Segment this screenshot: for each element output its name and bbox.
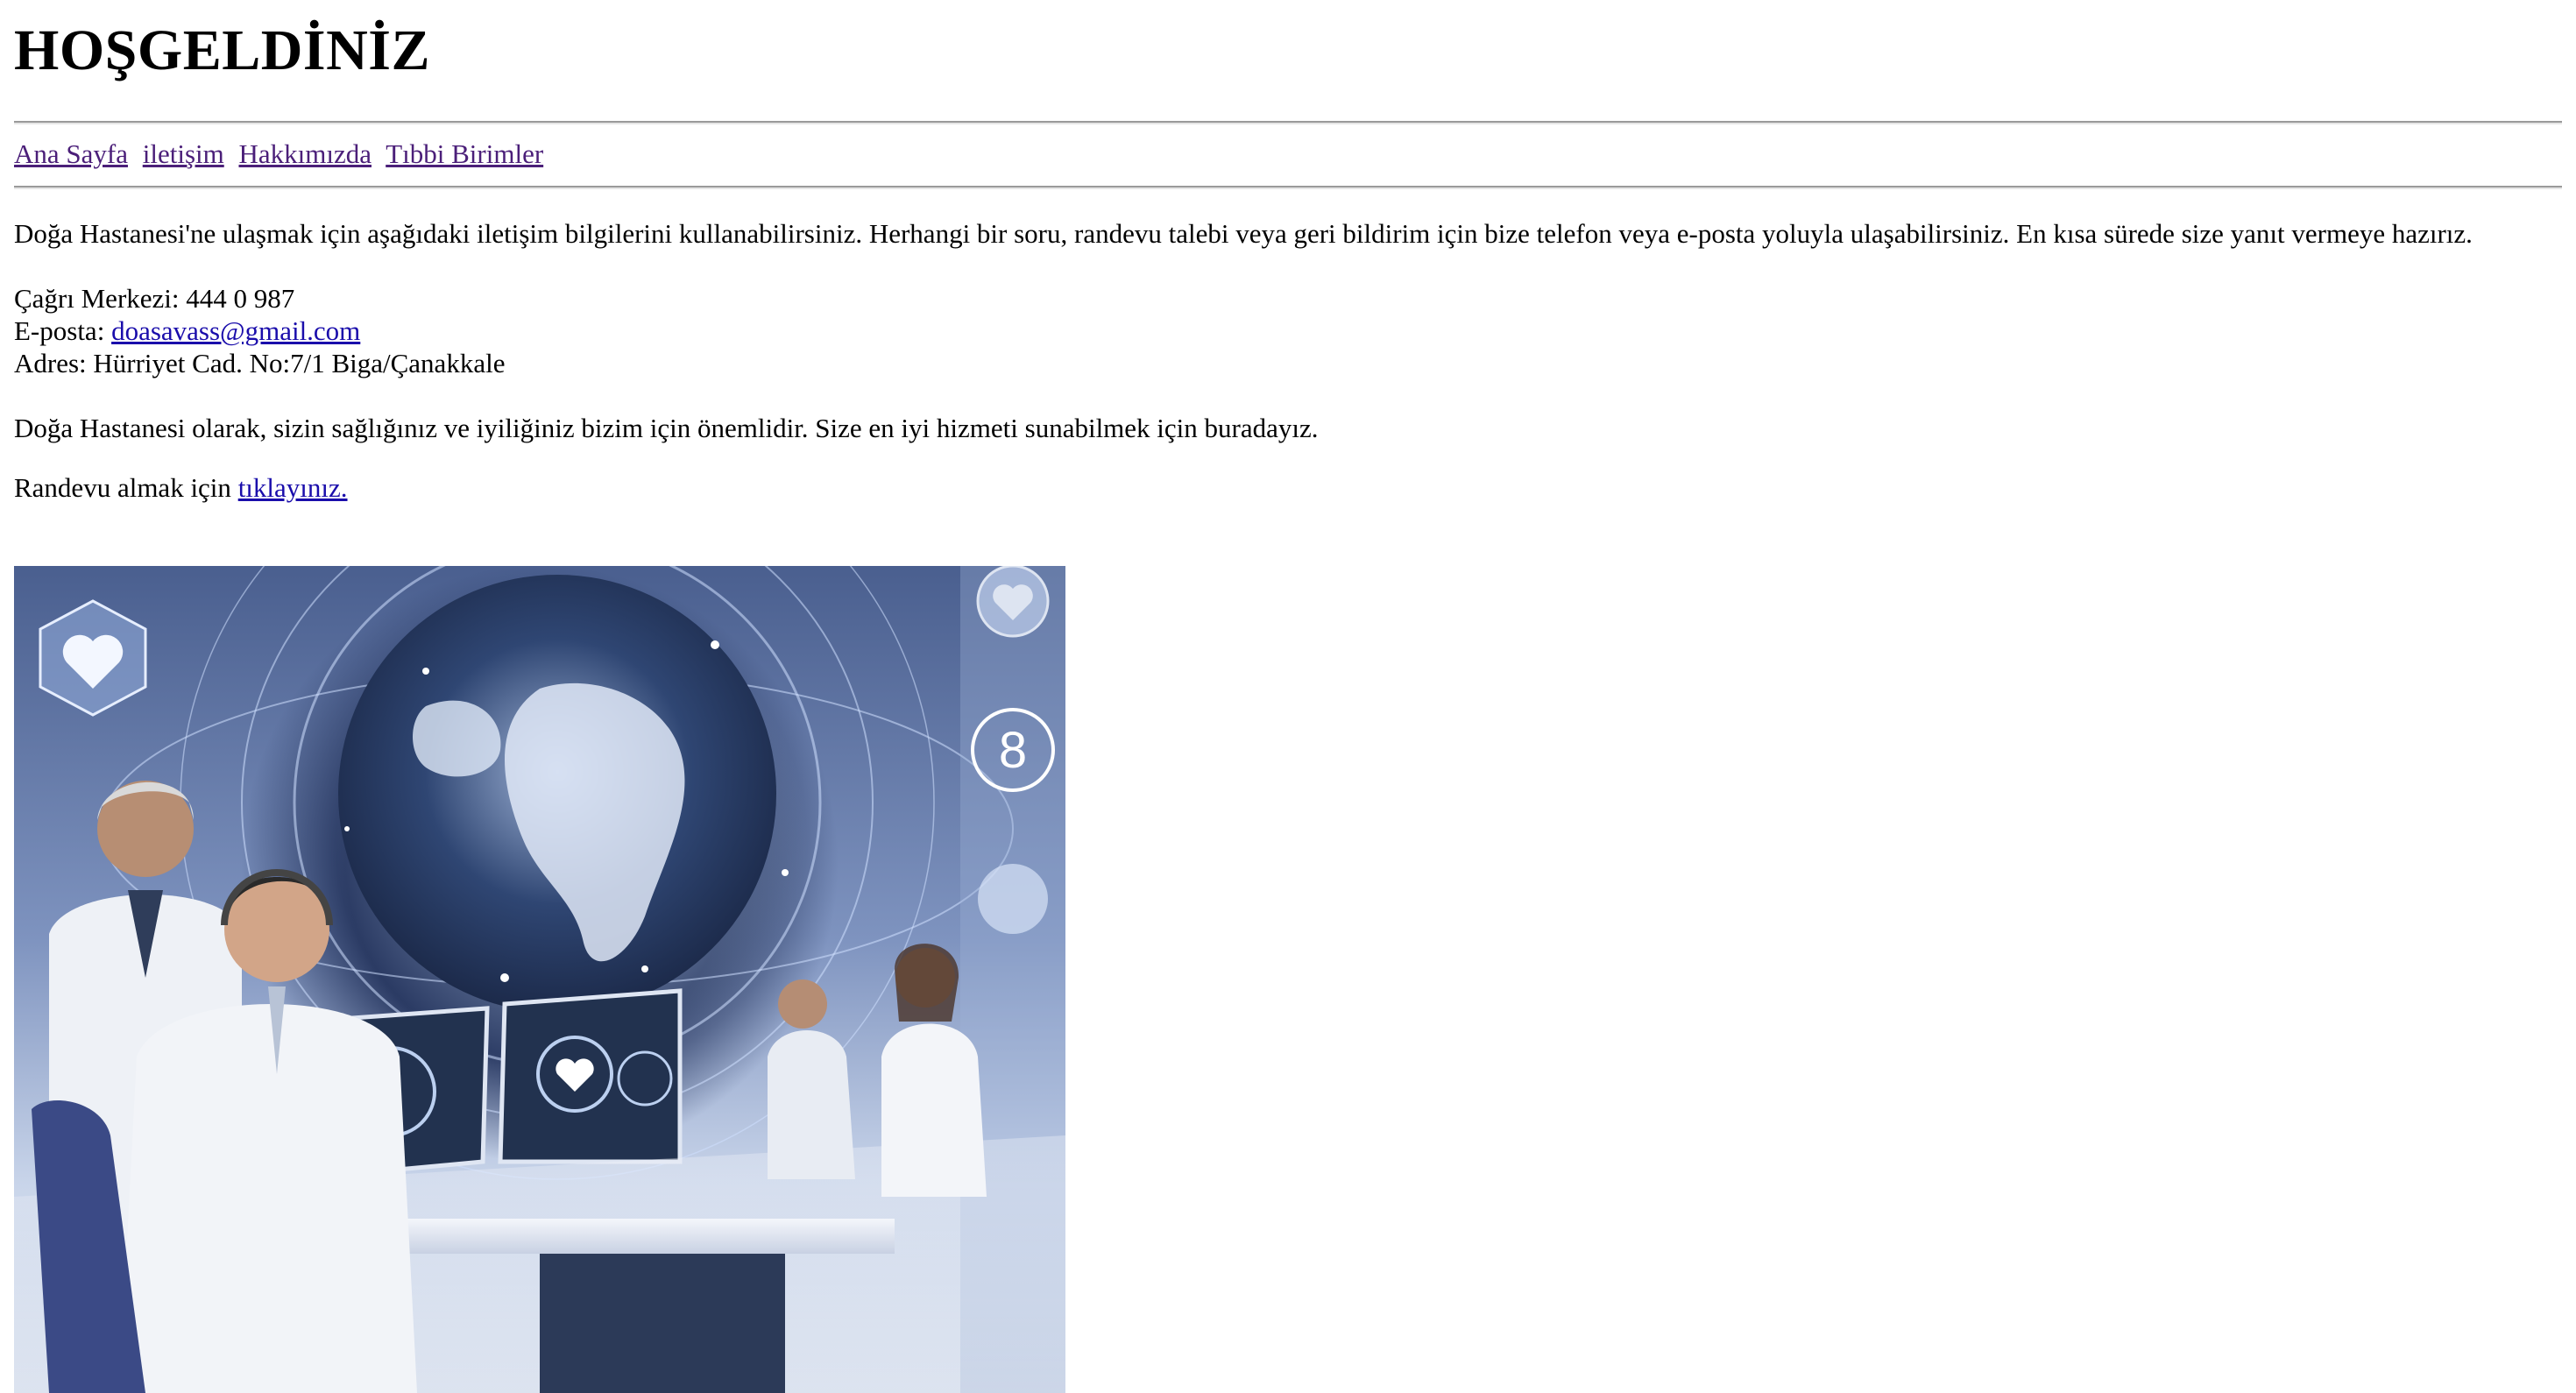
desk-console: [540, 1254, 785, 1393]
appointment-prefix: Randevu almak için: [14, 472, 238, 503]
nav-link-medical-units[interactable]: Tıbbi Birimler: [386, 138, 543, 169]
hero-image: 8: [14, 566, 1065, 1393]
page-title: HOŞGELDİNİZ: [14, 18, 430, 82]
top-divider: [14, 121, 2562, 124]
bottom-divider: [14, 186, 2562, 189]
intro-paragraph: Doğa Hastanesi'ne ulaşmak için aşağıdaki…: [14, 218, 2473, 249]
heart-hex-icon: [39, 599, 147, 717]
appointment-link[interactable]: tıklayınız.: [238, 472, 348, 503]
address-line: Adres: Hürriyet Cad. No:7/1 Biga/Çanakka…: [14, 348, 506, 378]
appointment-line: Randevu almak için tıklayınız.: [14, 471, 348, 504]
call-center-line: Çağrı Merkezi: 444 0 987: [14, 283, 295, 314]
email-link[interactable]: doasavass@gmail.com: [111, 315, 360, 346]
email-line: E-posta: doasavass@gmail.com: [14, 315, 360, 347]
mission-paragraph: Doğa Hastanesi olarak, sizin sağlığınız …: [14, 413, 1319, 443]
nav-link-home[interactable]: Ana Sayfa: [14, 138, 128, 169]
email-label: E-posta:: [14, 315, 112, 346]
hero-illustration: 8: [14, 566, 1065, 1393]
nav-link-contact[interactable]: iletişim: [143, 138, 224, 169]
svg-text:8: 8: [999, 722, 1027, 779]
nav-link-about[interactable]: Hakkımızda: [238, 138, 372, 169]
nav-bar: Ana Sayfa iletişim Hakkımızda Tıbbi Biri…: [14, 137, 551, 172]
